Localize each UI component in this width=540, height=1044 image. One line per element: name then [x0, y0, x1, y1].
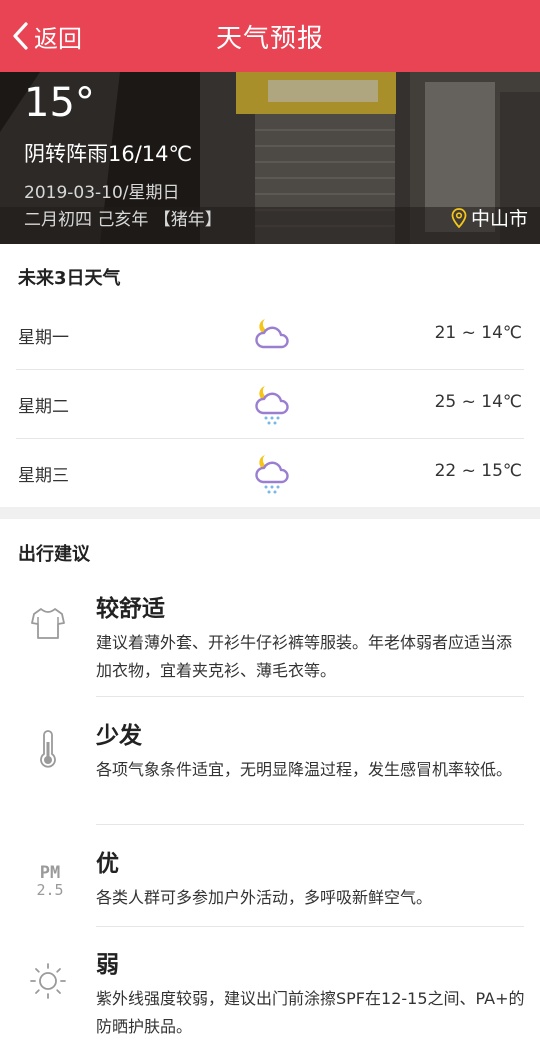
night-snow-icon: [255, 455, 289, 494]
tshirt-icon: [31, 608, 65, 639]
night-snow-icon: [255, 386, 289, 425]
advice-text: 各项气象条件适宜，无明显降温过程，发生感冒机率较低。: [96, 760, 513, 779]
advice-text: 各类人群可多参加户外活动，多呼吸新鲜空气。: [96, 888, 433, 907]
forecast-row: 星期二 25 ~ 14℃: [16, 370, 524, 439]
current-temperature: 15°: [24, 80, 95, 126]
forecast-day: 星期二: [18, 397, 69, 417]
city-name: 中山市: [470, 208, 528, 230]
current-date: 2019-03-10/星期日: [24, 183, 180, 203]
thermometer-icon: [40, 730, 56, 768]
advice-item-cold: 少发 各项气象条件适宜，无明显降温过程，发生感冒机率较低。: [0, 716, 540, 825]
current-weather-banner: 15° 阴转阵雨16/14℃ 2019-03-10/星期日 二月初四 己亥年 【…: [0, 72, 540, 244]
forecast-temp: 21 ~ 14℃: [434, 323, 522, 343]
pm25-icon: PM 2.5: [36, 863, 64, 899]
section-divider: [0, 507, 540, 519]
advice-item-clothing: 较舒适 建议着薄外套、开衫牛仔衫裤等服装。年老体弱者应适当添加衣物，宜着夹克衫、…: [0, 589, 540, 697]
advice-section-title: 出行建议: [18, 544, 90, 565]
advice-heading: 优: [96, 851, 119, 877]
advice-text: 建议着薄外套、开衫牛仔衫裤等服装。年老体弱者应适当添加衣物，宜着夹克衫、薄毛衣等…: [96, 633, 513, 680]
forecast-temp: 25 ~ 14℃: [434, 392, 522, 412]
weather-description: 阴转阵雨16/14℃: [24, 142, 193, 166]
advice-item-air: PM 2.5 优 各类人群可多参加户外活动，多呼吸新鲜空气。: [0, 844, 540, 927]
forecast-section-title: 未来3日天气: [18, 268, 121, 289]
divider: [96, 926, 524, 927]
divider: [96, 696, 524, 697]
forecast-row: 星期三 22 ~ 15℃: [16, 439, 524, 507]
sun-icon: [30, 963, 66, 999]
forecast-day: 星期一: [18, 328, 69, 348]
forecast-row: 星期一 21 ~ 14℃: [16, 301, 524, 370]
partly-cloudy-night-icon: [255, 319, 289, 349]
advice-heading: 少发: [96, 723, 142, 749]
forecast-day: 星期三: [18, 466, 69, 486]
advice-heading: 弱: [96, 952, 119, 978]
advice-item-uv: 弱 紫外线强度较弱，建议出门前涂擦SPF在12-15之间、PA+的防晒护肤品。: [0, 945, 540, 1044]
location-pin-icon: [451, 207, 467, 228]
advice-heading: 较舒适: [96, 596, 165, 622]
advice-text: 紫外线强度较弱，建议出门前涂擦SPF在12-15之间、PA+的防晒护肤品。: [96, 989, 525, 1036]
lunar-date: 二月初四 己亥年 【猪年】: [24, 210, 222, 230]
forecast-temp: 22 ~ 15℃: [434, 461, 522, 481]
page-title: 天气预报: [215, 24, 324, 54]
divider: [96, 824, 524, 825]
city-selector[interactable]: 中山市: [451, 204, 528, 231]
app-header: 返回 天气预报: [0, 0, 540, 72]
